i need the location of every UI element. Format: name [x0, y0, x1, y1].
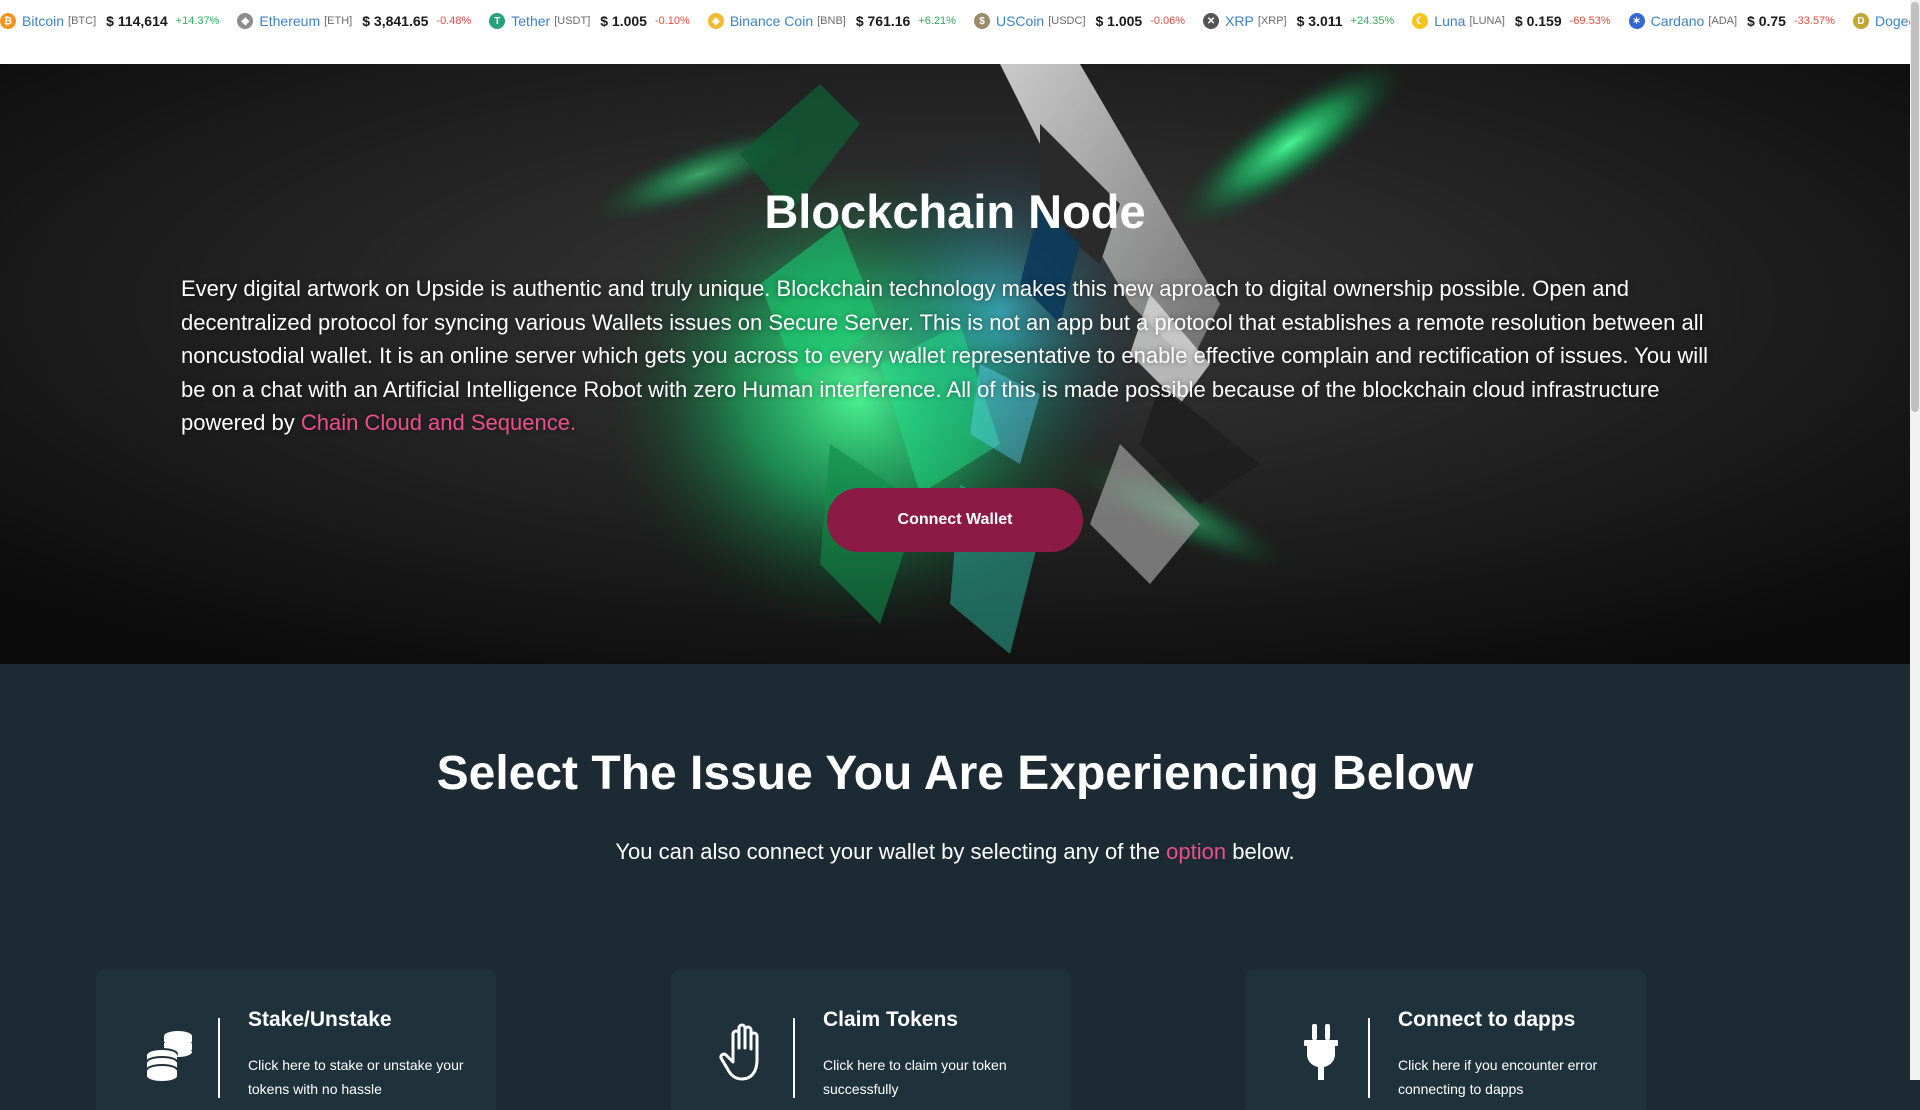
issues-subtitle-end: below.: [1226, 839, 1295, 864]
ticker-coin-change: -0.48%: [436, 15, 472, 27]
hand-icon: [719, 1023, 759, 1081]
hero-section: Blockchain Node Every digital artwork on…: [0, 64, 1910, 664]
ticker-coin-change: +14.37%: [175, 15, 220, 27]
card-description: Click here to claim your token successfu…: [823, 1057, 1007, 1097]
scrollbar-thumb[interactable]: [1911, 2, 1919, 412]
ticker-item[interactable]: ☾ Luna [LUNA] $ 0.159 -69.53%: [1412, 13, 1611, 29]
ticker-coin-price: $ 0.159: [1514, 13, 1562, 29]
ticker-coin-symbol: [ETH]: [324, 15, 353, 27]
ticker-coin-symbol: [ADA]: [1708, 15, 1738, 27]
tether-icon: T: [489, 13, 506, 29]
ticker-item[interactable]: $ USCoin [USDC] $ 1.005 -0.06%: [973, 13, 1186, 29]
price-ticker: ₿ Bitcoin [BTC] $ 114,614 +14.37% ◆ Ethereum [E…: [0, 0, 1910, 64]
ethereum-icon: ◆: [237, 13, 254, 29]
ticker-coin-symbol: [XRP]: [1257, 15, 1287, 27]
stake-unstake-card[interactable]: Stake/Unstake Click here to stake or uns…: [96, 970, 496, 1110]
ticker-coin-name: Binance Coin: [729, 13, 814, 29]
coins-icon: [146, 1031, 192, 1081]
issues-title: Select The Issue You Are Experiencing Be…: [436, 747, 1474, 800]
ticker-coin-symbol: [USDC]: [1048, 15, 1086, 27]
card-title: Claim Tokens: [823, 1008, 958, 1031]
ticker-track: ₿ Bitcoin [BTC] $ 114,614 +14.37% ◆ Ethereum [E…: [0, 0, 1910, 42]
ticker-coin-price: $ 114,614: [106, 13, 168, 29]
claim-tokens-card[interactable]: Claim Tokens Click here to claim your to…: [671, 970, 1071, 1110]
issues-subtitle-text: You can also connect your wallet by sele…: [615, 839, 1167, 864]
ticker-item[interactable]: ◆ Ethereum [ETH] $ 3,841.65 -0.48%: [237, 13, 471, 29]
card-title: Connect to dapps: [1398, 1008, 1576, 1031]
ticker-coin-name: Tether: [511, 13, 551, 29]
ticker-coin-name: Ethereum: [259, 13, 321, 29]
ticker-coin-price: $ 761.16: [855, 13, 911, 29]
ticker-coin-price: $ 0.75: [1747, 13, 1786, 29]
connect-wallet-button[interactable]: Connect Wallet: [827, 488, 1083, 552]
issues-subtitle: You can also connect your wallet by sele…: [0, 839, 1910, 865]
ticker-coin-name: Cardano: [1650, 13, 1705, 29]
ticker-coin-symbol: [BTC]: [68, 15, 97, 27]
option-highlight: option: [1166, 839, 1227, 864]
ticker-coin-price: $ 1.005: [1095, 13, 1143, 29]
chain-cloud-link[interactable]: Chain Cloud and Sequence.: [301, 410, 576, 435]
ticker-coin-symbol: [USDT]: [554, 15, 591, 27]
xrp-icon: ✕: [1203, 13, 1220, 29]
ticker-coin-change: -0.06%: [1150, 15, 1186, 27]
ticker-coin-name: XRP: [1225, 13, 1254, 29]
page-scrollbar[interactable]: [1910, 0, 1920, 1080]
ticker-item[interactable]: D Dogecoin: [1852, 13, 1910, 29]
cardano-icon: ✶: [1628, 13, 1645, 29]
ticker-item[interactable]: ₿ Bitcoin [BTC] $ 114,614 +14.37%: [0, 13, 219, 29]
ticker-coin-change: -69.53%: [1569, 15, 1611, 27]
ticker-item[interactable]: T Tether [USDT] $ 1.005 -0.10%: [489, 13, 690, 29]
ticker-coin-name: Bitcoin: [22, 13, 65, 29]
connect-dapps-card[interactable]: Connect to dapps Click here if you encou…: [1246, 970, 1646, 1110]
ticker-item[interactable]: ✕ XRP [XRP] $ 3.011 +24.35%: [1203, 13, 1394, 29]
bitcoin-icon: ₿: [0, 13, 16, 29]
ticker-item[interactable]: ✶ Cardano [ADA] $ 0.75 -33.57%: [1628, 13, 1835, 29]
card-divider: [218, 1018, 220, 1098]
luna-icon: ☾: [1412, 13, 1429, 29]
ticker-coin-symbol: [BNB]: [817, 15, 846, 27]
ticker-coin-price: $ 1.005: [600, 13, 647, 29]
ticker-coin-name: Luna: [1434, 13, 1466, 29]
ticker-coin-price: $ 3,841.65: [362, 13, 429, 29]
card-divider: [793, 1018, 795, 1098]
ticker-coin-change: +6.21%: [918, 15, 956, 27]
ticker-coin-name: Dogecoin: [1874, 13, 1910, 29]
card-title: Stake/Unstake: [248, 1008, 392, 1031]
hero-title: Blockchain Node: [764, 185, 1146, 238]
hero-description: Every digital artwork on Upside is authe…: [181, 272, 1731, 440]
plug-icon: [1304, 1024, 1338, 1080]
uscoin-icon: $: [973, 13, 990, 29]
ticker-item[interactable]: ◈ Binance Coin [BNB] $ 761.16 +6.21%: [707, 13, 956, 29]
binance-icon: ◈: [707, 13, 724, 29]
ticker-coin-change: +24.35%: [1350, 15, 1395, 27]
ticker-coin-price: $ 3.011: [1296, 13, 1343, 29]
card-divider: [1368, 1018, 1370, 1098]
dogecoin-icon: D: [1852, 13, 1869, 29]
ticker-coin-change: -0.10%: [654, 15, 690, 27]
ticker-coin-symbol: [LUNA]: [1469, 15, 1505, 27]
ticker-coin-name: USCoin: [995, 13, 1045, 29]
card-description: Click here to stake or unstake your toke…: [248, 1057, 464, 1097]
ticker-coin-change: -33.57%: [1793, 15, 1835, 27]
card-description: Click here if you encounter error connec…: [1398, 1057, 1598, 1097]
issues-section: Select The Issue You Are Experiencing Be…: [0, 664, 1910, 1110]
